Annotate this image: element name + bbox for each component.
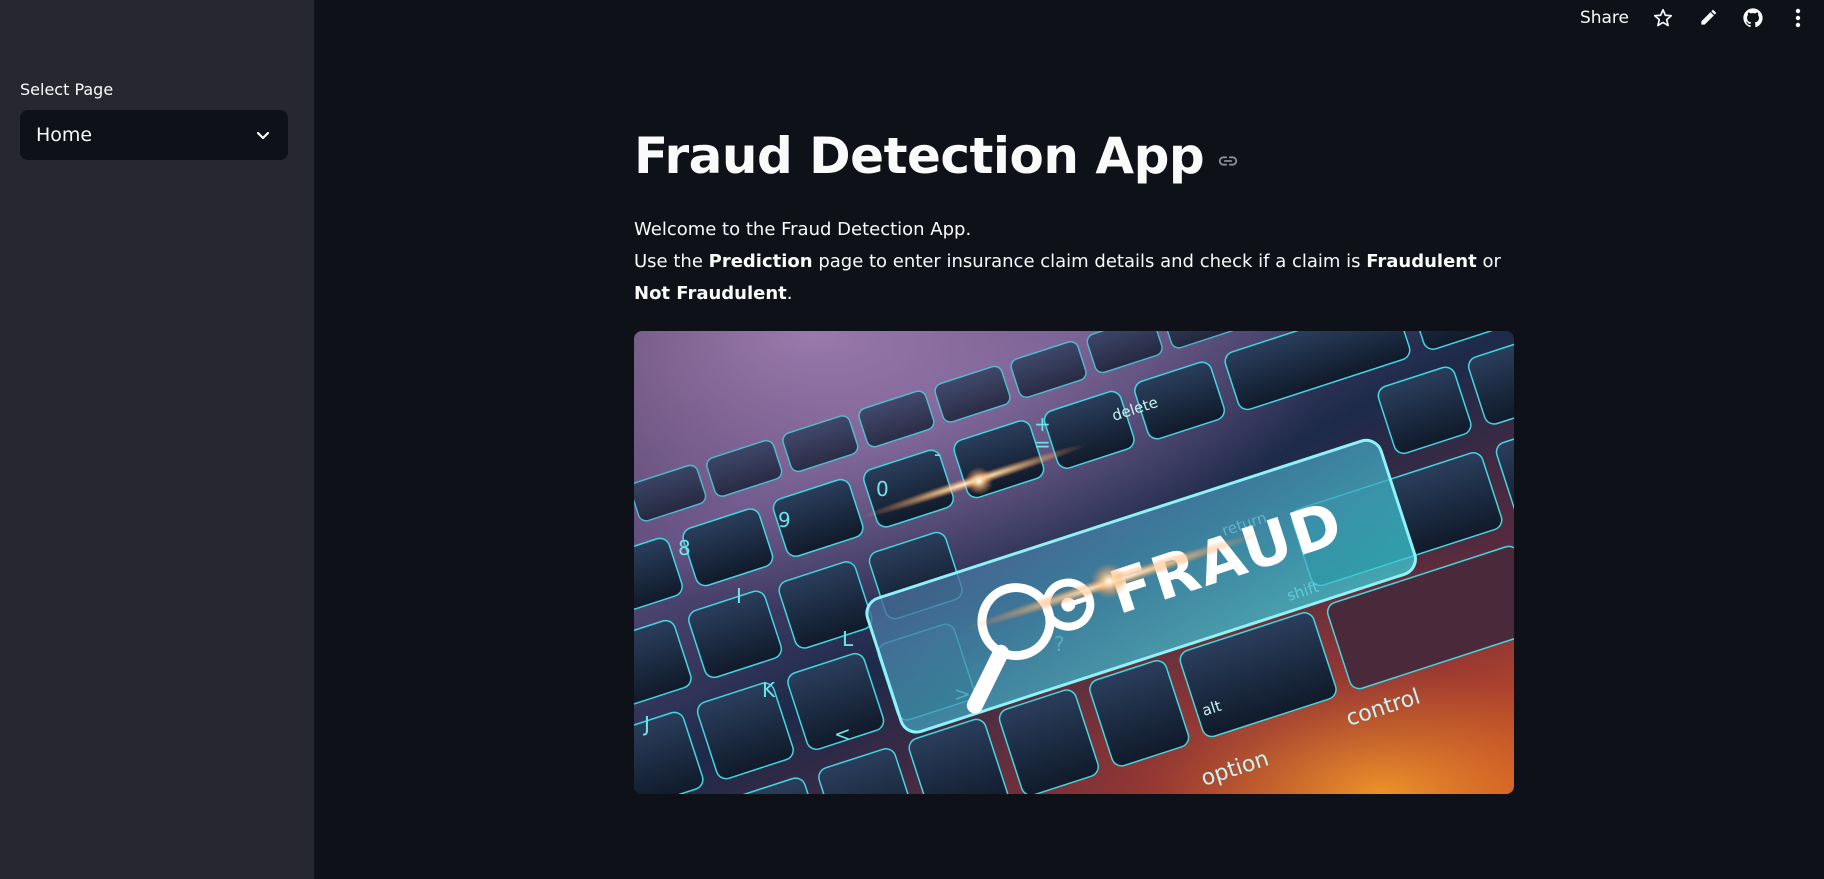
share-button[interactable]: Share [1580,8,1629,28]
prediction-emphasis: Prediction [708,251,813,272]
app-root: Select Page Home Share Fraud Detection A… [0,0,1824,879]
welcome-line: Welcome to the Fraud Detection App. [634,219,972,240]
sidebar: Select Page Home [0,0,314,879]
page-select[interactable]: Home [20,110,288,160]
chevron-down-icon [254,126,272,144]
key-8: 8 [678,536,691,560]
github-icon[interactable] [1741,6,1765,30]
not-fraudulent-emphasis: Not Fraudulent [634,283,787,304]
page-select-value: Home [36,124,93,146]
star-icon[interactable] [1651,6,1675,30]
select-page-label: Select Page [20,80,114,99]
key-i: I [736,584,742,608]
instructions-middle: page to enter insurance claim details an… [812,251,1367,272]
key-less: < [834,722,851,746]
instructions-period: . [786,283,793,304]
fraud-keyboard-illustration: 8 9 0 I K J L ? > < - + = delete return [634,331,1514,794]
fraudulent-emphasis: Fraudulent [1366,251,1477,272]
key-9: 9 [778,508,791,532]
key-l: L [842,627,854,651]
instructions-line: Use the Prediction page to enter insuran… [634,246,1514,310]
more-menu-icon[interactable] [1786,6,1810,30]
main-content: Fraud Detection App Welcome to the Fraud… [634,120,1514,794]
key-minus: - [934,442,941,466]
title-row: Fraud Detection App [634,120,1514,192]
page-title: Fraud Detection App [634,127,1205,185]
key-k: K [762,678,776,702]
edit-icon[interactable] [1696,6,1720,30]
intro-text: Welcome to the Fraud Detection App. Use … [634,214,1514,310]
key-j: J [642,712,650,736]
anchor-link-icon[interactable] [1216,149,1240,173]
key-0: 0 [876,477,889,501]
fraud-hero-image: 8 9 0 I K J L ? > < - + = delete return [634,331,1514,794]
top-toolbar: Share [1580,0,1824,36]
instructions-prefix: Use the [634,251,709,272]
instructions-or: or [1476,251,1501,272]
